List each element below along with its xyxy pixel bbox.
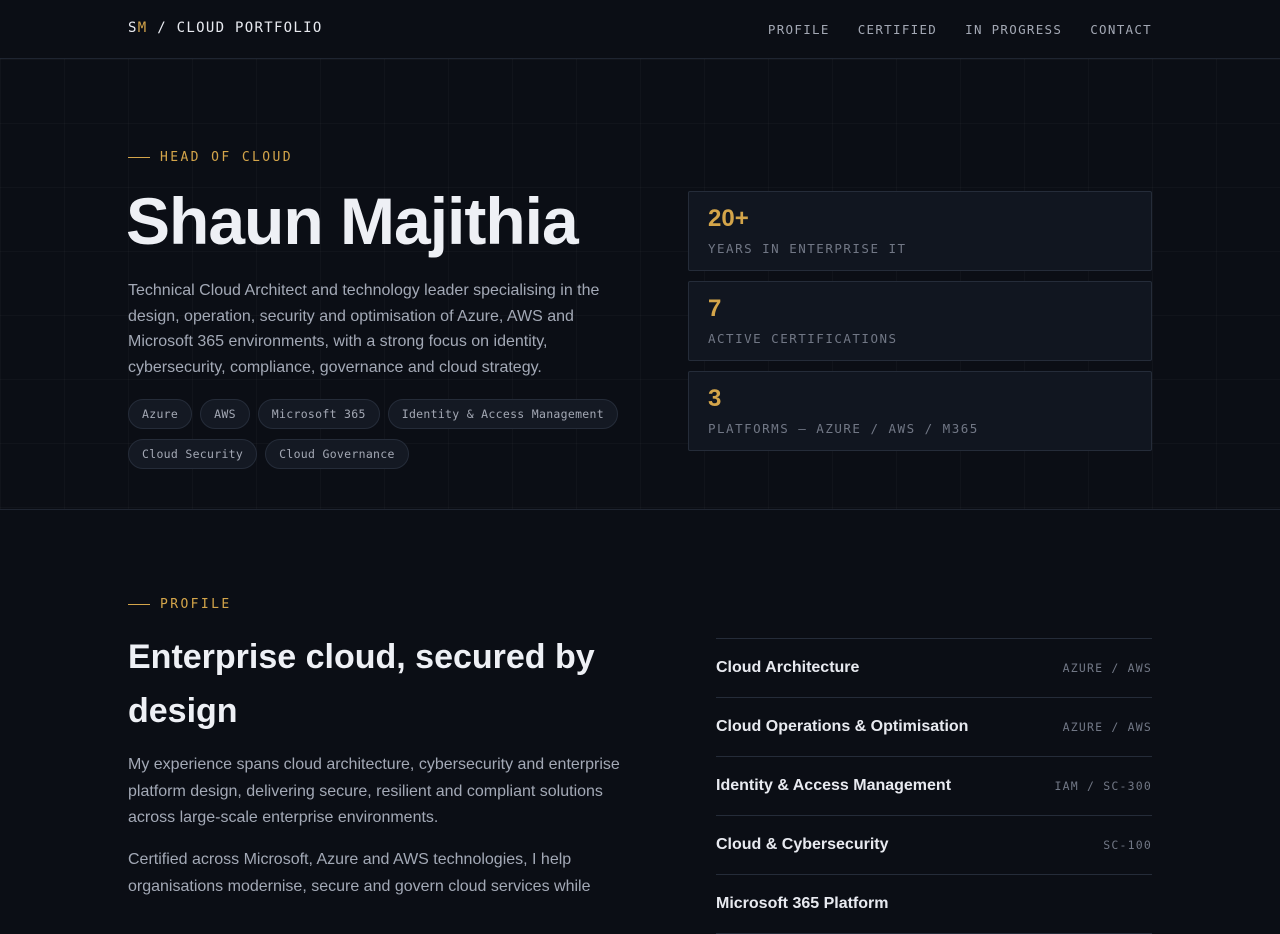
tag-azure: Azure [128, 399, 193, 429]
nav-link-contact[interactable]: CONTACT [1090, 22, 1152, 37]
hero-name: Shaun Majithia [126, 184, 579, 258]
skill-tag: SC-100 [1103, 838, 1152, 852]
top-nav: SM / CLOUD PORTFOLIO PROFILE CERTIFIED I… [0, 0, 1280, 59]
brand-initial-m: M [137, 20, 148, 36]
tag-cloud-governance: Cloud Governance [265, 439, 409, 469]
stat-label: PLATFORMS — AZURE / AWS / M365 [708, 421, 979, 436]
skill-tag: AZURE / AWS [1062, 720, 1152, 734]
list-item: Cloud Operations & Optimisation AZURE / … [716, 698, 1152, 757]
nav-links: PROFILE CERTIFIED IN PROGRESS CONTACT [768, 22, 1152, 37]
skill-name: Cloud Operations & Optimisation [716, 718, 969, 735]
stat-value: 3 [708, 385, 722, 412]
brand-title: / CLOUD PORTFOLIO [147, 20, 323, 36]
skill-tags: Azure AWS Microsoft 365 Identity & Acces… [128, 399, 628, 469]
nav-link-profile[interactable]: PROFILE [768, 22, 830, 37]
stat-label: YEARS IN ENTERPRISE IT [708, 241, 907, 256]
stat-card-years: 20+ YEARS IN ENTERPRISE IT [688, 191, 1152, 271]
profile-eyebrow: PROFILE [128, 597, 232, 612]
brand-logo[interactable]: SM / CLOUD PORTFOLIO [128, 20, 323, 36]
stat-label: ACTIVE CERTIFICATIONS [708, 331, 898, 346]
skills-list: Cloud Architecture AZURE / AWS Cloud Ope… [716, 638, 1152, 934]
eyebrow-line [128, 157, 150, 158]
stat-value: 7 [708, 295, 722, 322]
profile-title: Enterprise cloud, secured by design [128, 638, 595, 730]
hero-eyebrow: HEAD OF CLOUD [128, 150, 293, 165]
profile-paragraph-1: My experience spans cloud architecture, … [128, 756, 620, 826]
hero-section: HEAD OF CLOUD Shaun Majithia Technical C… [0, 59, 1280, 510]
skill-tag: AZURE / AWS [1062, 661, 1152, 675]
skill-name: Identity & Access Management [716, 777, 952, 794]
hero-eyebrow-text: HEAD OF CLOUD [160, 150, 293, 165]
profile-eyebrow-text: PROFILE [160, 597, 232, 612]
tag-identity-access-management: Identity & Access Management [387, 399, 618, 429]
brand-initial-s: S [128, 20, 138, 36]
skill-name: Cloud & Cybersecurity [716, 836, 889, 853]
skill-tag: IAM / SC-300 [1054, 779, 1152, 793]
profile-paragraph-2: Certified across Microsoft, Azure and AW… [128, 851, 591, 895]
nav-link-certified[interactable]: CERTIFIED [858, 22, 937, 37]
list-item: Microsoft 365 Platform [716, 875, 1152, 934]
tag-aws: AWS [200, 399, 250, 429]
eyebrow-line [128, 604, 150, 605]
stat-card-platforms: 3 PLATFORMS — AZURE / AWS / M365 [688, 371, 1152, 451]
stats-panel: 20+ YEARS IN ENTERPRISE IT 7 ACTIVE CERT… [688, 191, 1152, 451]
nav-link-in-progress[interactable]: IN PROGRESS [965, 22, 1062, 37]
list-item: Cloud & Cybersecurity SC-100 [716, 816, 1152, 875]
list-item: Identity & Access Management IAM / SC-30… [716, 757, 1152, 816]
skill-name: Microsoft 365 Platform [716, 895, 889, 912]
tag-microsoft-365: Microsoft 365 [257, 399, 380, 429]
stat-card-certifications: 7 ACTIVE CERTIFICATIONS [688, 281, 1152, 361]
stat-value: 20+ [708, 205, 749, 232]
hero-description: Technical Cloud Architect and technology… [128, 282, 600, 376]
skill-name: Cloud Architecture [716, 659, 860, 676]
list-item: Cloud Architecture AZURE / AWS [716, 639, 1152, 698]
tag-cloud-security: Cloud Security [128, 439, 258, 469]
